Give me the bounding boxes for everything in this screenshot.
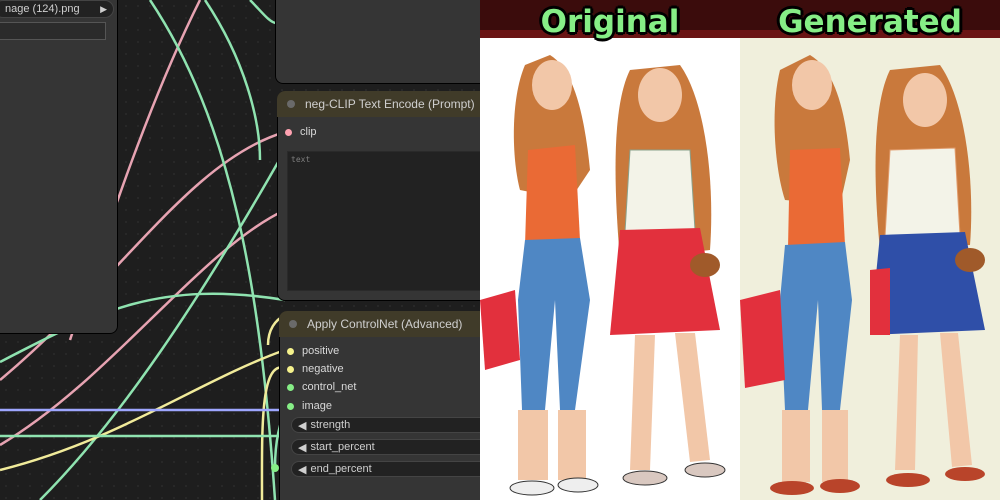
negative-label: negative [302,363,344,375]
generated-illustration [740,0,1000,495]
image-name: nage (124).png [5,3,80,15]
generated-panel: Generated [740,0,1000,500]
wire-green-2 [203,0,262,161]
original-illustration [480,0,740,496]
original-panel: Original [480,0,740,500]
text-prompt-area[interactable]: text [287,151,480,291]
negative-slot-dot-icon[interactable] [287,365,294,373]
decrement-arrow-icon[interactable]: ◀ [298,441,306,454]
neg-clip-header[interactable]: neg-CLIP Text Encode (Prompt) [277,91,480,117]
image-select-widget[interactable]: nage (124).png ▶ [0,0,114,18]
end-percent-label: end_percent [310,463,372,475]
control-net-label: control_net [302,381,357,393]
node-canvas[interactable]: nage (124).png ▶ neg-CLIP Text Encode (P… [0,0,480,500]
control-net-slot-dot-icon[interactable] [287,383,294,391]
positive-label: positive [302,345,340,357]
clip-input-slot[interactable]: clip [285,126,317,138]
clip-label: clip [300,126,317,138]
next-arrow-icon[interactable]: ▶ [100,4,107,15]
clip-slot-dot-icon[interactable] [285,128,292,136]
end-percent-widget[interactable]: ◀ end_percent [291,461,480,477]
original-label: Original [540,4,680,40]
wire-green-1 [148,0,277,500]
control-net-input-slot[interactable]: control_net [287,381,356,393]
image-slot-dot-icon[interactable] [287,402,294,410]
collapse-dot-icon[interactable] [289,320,297,328]
generated-label: Generated [778,4,962,40]
negative-input-slot[interactable]: negative [287,363,344,375]
upper-node[interactable] [275,0,480,84]
apply-controlnet-node[interactable]: Apply ControlNet (Advanced) positive neg… [279,311,480,500]
collapse-dot-icon[interactable] [287,100,295,108]
text-placeholder: text [291,155,311,164]
positive-input-slot[interactable]: positive [287,345,339,357]
start-percent-label: start_percent [310,441,375,453]
controlnet-title: Apply ControlNet (Advanced) [307,317,463,331]
reroute-dot[interactable] [271,464,279,472]
image-input-slot[interactable]: image [287,400,332,412]
neg-clip-title: neg-CLIP Text Encode (Prompt) [305,97,475,111]
controlnet-header[interactable]: Apply ControlNet (Advanced) [279,311,480,337]
load-image-node[interactable]: nage (124).png ▶ [0,0,118,334]
decrement-arrow-icon[interactable]: ◀ [298,419,306,432]
positive-slot-dot-icon[interactable] [287,347,294,355]
image-input-box[interactable] [0,22,106,40]
decrement-arrow-icon[interactable]: ◀ [298,463,306,476]
comparison-image: Original Generated [480,0,1000,500]
start-percent-widget[interactable]: ◀ start_percent [291,439,480,455]
strength-label: strength [310,419,351,431]
image-label: image [302,400,332,412]
strength-widget[interactable]: ◀ strength [291,417,480,433]
neg-clip-node[interactable]: neg-CLIP Text Encode (Prompt) clip text [277,91,480,301]
